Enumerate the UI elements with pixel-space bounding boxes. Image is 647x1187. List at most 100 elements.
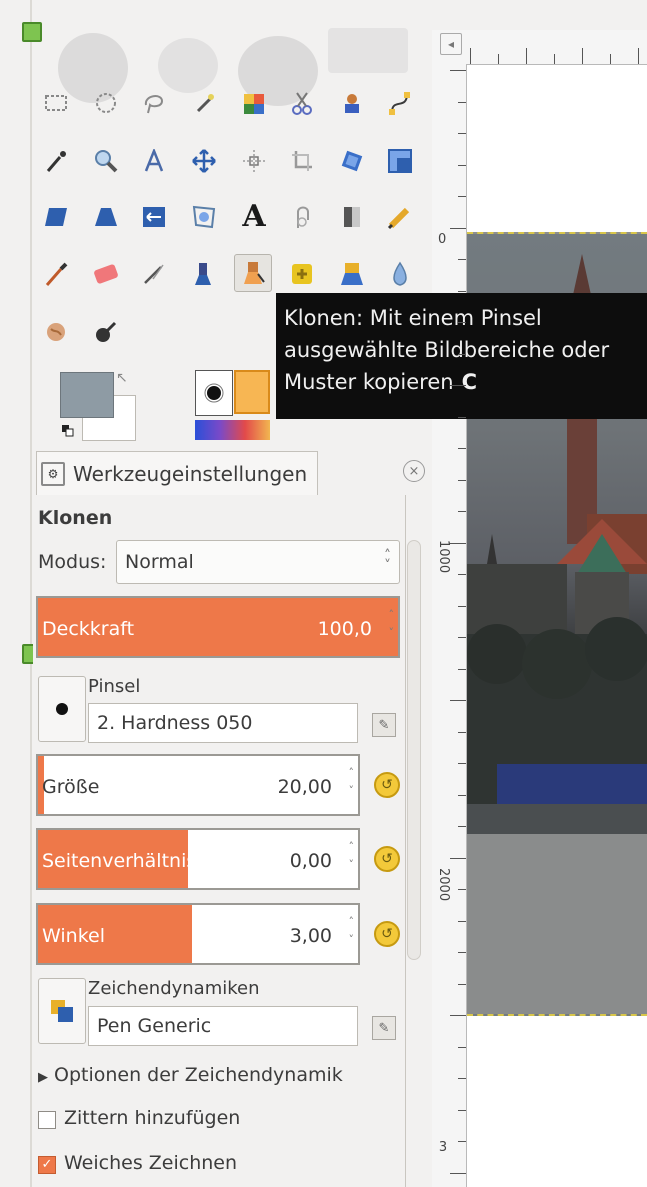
ruler-tick	[458, 196, 466, 197]
reset-angle-icon[interactable]: ↺	[374, 921, 400, 947]
crop-icon[interactable]	[284, 143, 320, 179]
ruler-tick	[458, 952, 466, 953]
edit-dynamics-icon[interactable]: ✎	[372, 1016, 396, 1040]
brush-preview[interactable]	[195, 370, 233, 416]
ruler-tick	[458, 1046, 466, 1048]
edit-brush-icon[interactable]: ✎	[372, 713, 396, 737]
dynamics-label: Zeichendynamiken	[88, 978, 260, 999]
gradient-preview[interactable]	[195, 420, 270, 440]
reset-aspect-icon[interactable]: ↺	[374, 846, 400, 872]
options-scrollbar[interactable]	[407, 540, 421, 960]
lasso-icon[interactable]	[136, 85, 172, 121]
cage-icon[interactable]	[186, 199, 222, 235]
brush-name-field[interactable]: 2. Hardness 050	[88, 703, 358, 743]
ink-icon[interactable]	[186, 256, 222, 292]
perspective-icon[interactable]	[88, 199, 124, 235]
heal-icon[interactable]	[284, 256, 320, 292]
scissors-icon[interactable]	[284, 85, 320, 121]
size-slider[interactable]: Größe 20,00 ˄ ˅	[36, 754, 360, 816]
tooltip-line-3: Muster kopieren C	[284, 366, 647, 398]
eraser-icon[interactable]	[88, 256, 124, 292]
tooltip-line-2: ausgewählte Bildbereiche oder	[284, 338, 610, 362]
mode-select[interactable]: Normal ˄ ˅	[116, 540, 400, 584]
reset-colors-icon[interactable]	[62, 422, 74, 437]
size-label: Größe	[42, 776, 100, 798]
flip-icon[interactable]	[136, 199, 172, 235]
left-ruler-label-0: 0	[438, 232, 447, 247]
swap-colors-icon[interactable]: ↖	[116, 370, 128, 386]
brush-select-button[interactable]	[38, 676, 86, 742]
angle-slider[interactable]: Winkel 3,00 ˄ ˅	[36, 903, 360, 965]
quick-mask-icon[interactable]: ◂	[440, 33, 462, 55]
ruler-tick	[458, 605, 466, 607]
dodge-burn-icon[interactable]	[88, 314, 124, 350]
fuzzy-select-icon[interactable]	[186, 85, 222, 121]
paintbrush-icon[interactable]	[38, 256, 74, 292]
top-ruler	[432, 30, 647, 65]
shear-icon[interactable]	[38, 199, 74, 235]
foreground-color-swatch[interactable]	[60, 372, 114, 418]
left-ruler-label-2000: 2000	[436, 868, 451, 903]
ruler-tick	[458, 668, 466, 670]
stepper-icon[interactable]: ˄ ˅	[349, 764, 355, 800]
close-tab-icon[interactable]: ×	[403, 460, 425, 482]
bucket-fill-icon[interactable]	[334, 199, 370, 235]
ruler-tick	[458, 479, 466, 481]
warp-icon[interactable]	[284, 199, 320, 235]
ruler-tick	[458, 574, 466, 575]
ruler-tick	[450, 70, 466, 71]
aspect-ratio-slider[interactable]: Seitenverhältnis 0,00 ˄ ˅	[36, 828, 360, 890]
clone-tool-tooltip: Klonen: Mit einem Pinsel ausgewählte Bil…	[276, 293, 647, 419]
color-select-icon[interactable]	[236, 85, 272, 121]
align-icon[interactable]	[236, 143, 272, 179]
smooth-stroke-checkbox[interactable]: ✓	[38, 1156, 56, 1174]
foreground-select-icon[interactable]	[334, 85, 370, 121]
opacity-slider[interactable]: Deckkraft 100,0 ˄ ˅	[36, 596, 400, 658]
ruler-tick	[458, 101, 466, 103]
ruler-tick	[458, 511, 466, 512]
ruler-tick	[610, 54, 611, 64]
tooltip-line-3-text: Muster kopieren	[284, 370, 454, 394]
aspect-value: 0,00	[289, 850, 332, 872]
perspective-clone-icon[interactable]	[334, 256, 370, 292]
scale-icon[interactable]	[382, 143, 418, 179]
ruler-tick	[450, 1172, 466, 1174]
move-icon[interactable]	[186, 143, 222, 179]
airbrush-icon[interactable]	[136, 256, 172, 292]
angle-value: 3,00	[289, 925, 332, 947]
ruler-tick	[450, 385, 466, 386]
text-icon[interactable]: A	[236, 199, 272, 235]
ruler-tick	[450, 542, 466, 544]
pattern-preview[interactable]	[234, 370, 270, 414]
dynamics-select-button[interactable]	[38, 978, 86, 1044]
reset-size-icon[interactable]: ↺	[374, 772, 400, 798]
dock-handle-top[interactable]	[22, 22, 42, 42]
ellipse-select-icon[interactable]	[88, 85, 124, 121]
ruler-tick	[458, 826, 466, 827]
ruler-tick	[554, 54, 555, 64]
dynamics-name-field[interactable]: Pen Generic	[88, 1006, 358, 1046]
dynamics-options-expander[interactable]: ▶ Optionen der Zeichendynamik	[38, 1064, 343, 1086]
opacity-label: Deckkraft	[42, 618, 135, 640]
rect-select-icon[interactable]	[38, 85, 74, 121]
measure-icon[interactable]	[136, 143, 172, 179]
color-picker-icon[interactable]	[38, 143, 74, 179]
stepper-icon[interactable]: ˄ ˅	[349, 913, 355, 949]
brush-name: 2. Hardness 050	[97, 712, 253, 734]
paths-icon[interactable]	[382, 85, 418, 121]
ruler-tick	[498, 54, 499, 64]
ruler-tick	[458, 353, 466, 355]
zoom-icon[interactable]	[88, 143, 124, 179]
ruler-tick	[458, 1141, 466, 1142]
smooth-stroke-label: Weiches Zeichnen	[64, 1152, 238, 1174]
pencil-icon[interactable]	[382, 199, 418, 235]
tab-tool-options[interactable]: ⚙ Werkzeugeinstellungen	[36, 451, 318, 495]
stepper-icon[interactable]: ˄ ˅	[349, 838, 355, 874]
smudge-icon[interactable]	[38, 314, 74, 350]
wilber-logo	[48, 28, 408, 106]
blur-icon[interactable]	[382, 256, 418, 292]
clone-icon[interactable]	[234, 254, 272, 292]
stepper-icon[interactable]: ˄ ˅	[389, 606, 395, 642]
jitter-checkbox[interactable]	[38, 1111, 56, 1129]
rotate-icon[interactable]	[334, 143, 370, 179]
